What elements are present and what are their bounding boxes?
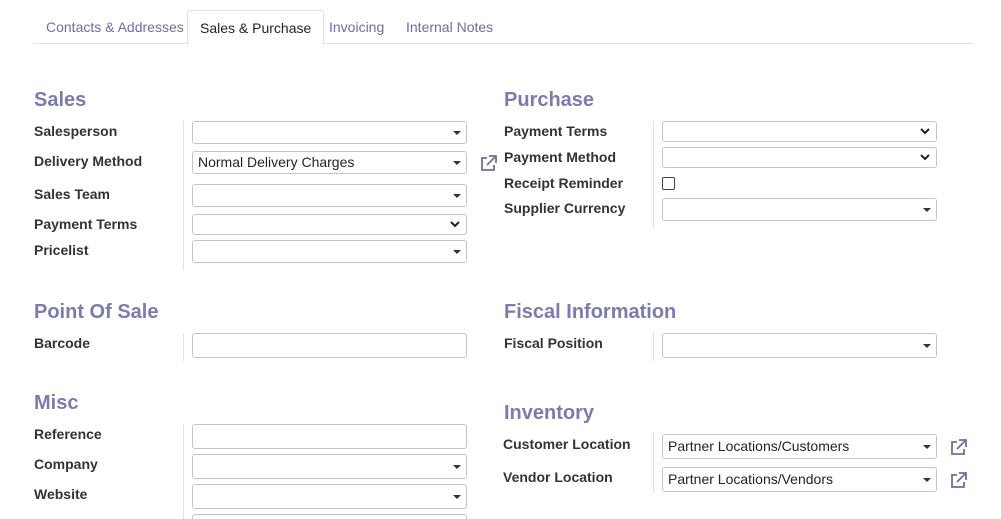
caret-down-icon <box>923 344 931 348</box>
caret-down-icon <box>453 465 461 469</box>
barcode-input[interactable] <box>192 333 467 358</box>
label-fiscal-position: Fiscal Position <box>504 335 603 351</box>
section-title-misc: Misc <box>34 392 79 414</box>
company-dropdown[interactable] <box>192 454 467 479</box>
label-website: Website <box>34 486 88 502</box>
caret-down-icon <box>453 131 461 135</box>
website-dropdown[interactable] <box>192 484 467 509</box>
inventory-separator <box>653 432 654 494</box>
pricelist-dropdown[interactable] <box>192 240 467 263</box>
section-title-purchase: Purchase <box>504 89 595 111</box>
customer-location-dropdown[interactable]: Partner Locations/Customers <box>662 434 937 459</box>
caret-down-icon <box>453 495 461 499</box>
purchase-payment-terms-select[interactable] <box>662 121 937 142</box>
label-receipt-reminder: Receipt Reminder <box>504 175 624 191</box>
caret-down-icon <box>923 445 931 449</box>
label-payment-method: Payment Method <box>504 149 617 165</box>
vendor-location-dropdown[interactable]: Partner Locations/Vendors <box>662 467 937 492</box>
label-customer-location: Customer Location <box>503 436 631 452</box>
fiscal-separator <box>653 333 654 361</box>
vendor-location-value: Partner Locations/Vendors <box>668 471 833 487</box>
caret-down-icon <box>453 250 461 254</box>
external-link-icon[interactable] <box>478 153 498 173</box>
label-supplier-currency: Supplier Currency <box>504 200 626 216</box>
label-delivery-method: Delivery Method <box>34 153 143 169</box>
customer-location-value: Partner Locations/Customers <box>668 438 850 454</box>
tab-contacts-addresses[interactable]: Contacts & Addresses <box>46 10 184 44</box>
label-sales-payment-terms: Payment Terms <box>34 216 138 232</box>
caret-down-icon <box>923 478 931 482</box>
section-title-point-of-sale: Point Of Sale <box>34 301 159 323</box>
tab-sales-purchase[interactable]: Sales & Purchase <box>187 10 325 45</box>
caret-down-icon <box>453 161 461 165</box>
label-vendor-location: Vendor Location <box>503 469 613 485</box>
misc-separator <box>183 424 184 519</box>
chevron-down-icon <box>920 128 930 135</box>
purchase-separator <box>653 121 654 228</box>
sales-separator <box>183 121 184 270</box>
payment-method-select[interactable] <box>662 147 937 168</box>
pos-separator <box>183 333 184 361</box>
sales-team-dropdown[interactable] <box>192 184 467 207</box>
receipt-reminder-checkbox[interactable] <box>662 177 675 190</box>
reference-input[interactable] <box>192 424 467 449</box>
delivery-method-value: Normal Delivery Charges <box>198 154 355 170</box>
section-title-sales: Sales <box>34 89 87 111</box>
section-title-fiscal-information: Fiscal Information <box>504 301 677 323</box>
delivery-method-dropdown[interactable]: Normal Delivery Charges <box>192 151 467 174</box>
salesperson-dropdown[interactable] <box>192 121 467 144</box>
label-salesperson: Salesperson <box>34 123 118 139</box>
tab-internal-notes[interactable]: Internal Notes <box>406 10 493 44</box>
fiscal-position-dropdown[interactable] <box>662 333 937 358</box>
label-purchase-payment-terms: Payment Terms <box>504 123 608 139</box>
external-link-icon[interactable] <box>948 470 968 490</box>
section-title-inventory: Inventory <box>504 402 595 424</box>
label-barcode: Barcode <box>34 335 91 351</box>
label-sales-team: Sales Team <box>34 186 111 202</box>
label-pricelist: Pricelist <box>34 242 89 258</box>
sales-payment-terms-select[interactable] <box>192 214 467 235</box>
external-link-icon[interactable] <box>948 437 968 457</box>
supplier-currency-dropdown[interactable] <box>662 198 937 221</box>
label-company: Company <box>34 456 98 472</box>
caret-down-icon <box>923 208 931 212</box>
tab-invoicing[interactable]: Invoicing <box>329 10 384 44</box>
chevron-down-icon <box>920 154 930 161</box>
next-field-partial[interactable] <box>192 514 467 519</box>
label-reference: Reference <box>34 426 102 442</box>
caret-down-icon <box>453 194 461 198</box>
chevron-down-icon <box>450 221 460 228</box>
